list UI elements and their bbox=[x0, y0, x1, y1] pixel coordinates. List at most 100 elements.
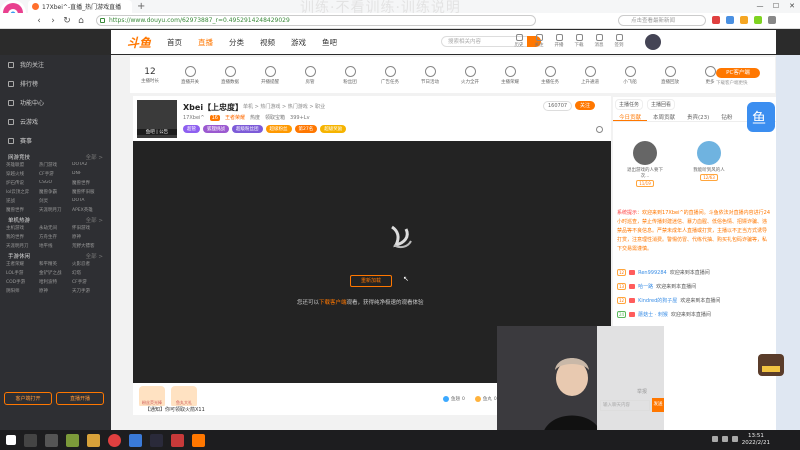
game-tag[interactable]: 王者荣耀 bbox=[225, 114, 245, 121]
sidebar-category-item[interactable]: 荒野大镖客 bbox=[72, 243, 105, 249]
streamer-task-tab[interactable]: 主播任务 bbox=[615, 99, 644, 110]
chest-label[interactable]: 领取宝箱 bbox=[265, 114, 285, 121]
sidebar-category-item[interactable]: 幻塔 bbox=[72, 270, 105, 276]
nav-home[interactable]: 首页 bbox=[167, 37, 182, 48]
sidebar-category-item[interactable]: APEX英雄 bbox=[72, 207, 105, 213]
download-client-link[interactable]: 下载客户端 bbox=[319, 300, 347, 306]
pc-client-button[interactable]: PC客户端 bbox=[716, 68, 760, 78]
follow-list-button[interactable]: 关注 bbox=[531, 34, 547, 48]
extension-icon[interactable] bbox=[754, 16, 762, 24]
sidebar-category-item[interactable]: DOTA2 bbox=[72, 162, 105, 168]
steam-icon[interactable] bbox=[150, 433, 163, 447]
app-icon[interactable] bbox=[192, 433, 205, 447]
tool-item[interactable]: 上升通道 bbox=[570, 65, 610, 85]
tool-item[interactable]: 粉丝团 bbox=[330, 65, 370, 85]
web-search-input[interactable]: 点击查看最新新闻 bbox=[618, 15, 706, 26]
extension-icon[interactable] bbox=[712, 16, 720, 24]
sidebar-category-item[interactable]: 魔兽世界 bbox=[6, 207, 39, 213]
event-mascot-icon[interactable] bbox=[756, 350, 786, 378]
sidebar-category-item[interactable]: 热门游戏 bbox=[39, 162, 72, 168]
event-banner-icon[interactable]: 鱼 bbox=[745, 96, 777, 136]
sidebar-category-item[interactable]: 魔兽世界 bbox=[72, 180, 105, 186]
minimize-button[interactable]: — bbox=[752, 0, 768, 12]
replay-tab[interactable]: 主播回看 bbox=[647, 99, 676, 110]
sidebar-category-item[interactable]: DOTA bbox=[72, 198, 105, 204]
app-icon[interactable] bbox=[171, 433, 184, 447]
chat-username[interactable]: 哈一路 bbox=[638, 283, 653, 290]
tool-item[interactable]: 12 主播时长 bbox=[130, 67, 170, 84]
tool-item[interactable]: 直播回放 bbox=[650, 65, 690, 85]
sidebar-category-item[interactable]: 火影忍者 bbox=[72, 261, 105, 267]
sidebar-category-item[interactable]: 魔兽争霸 bbox=[39, 189, 72, 195]
avatar-labels[interactable]: 鱼吧 | 公告 bbox=[137, 129, 177, 135]
tray-icon[interactable] bbox=[732, 436, 738, 442]
gift-item[interactable]: 鱼丸大礼 bbox=[171, 386, 197, 408]
download-button[interactable]: 下载 bbox=[571, 34, 587, 48]
history-button[interactable]: 历史 bbox=[511, 34, 527, 48]
checkin-button[interactable]: 签到 bbox=[611, 34, 627, 48]
sidebar-category-item[interactable]: 阴阳师 bbox=[6, 288, 39, 294]
user-avatar[interactable] bbox=[645, 34, 661, 50]
sidebar-category-item[interactable]: lol云顶之弈 bbox=[6, 189, 39, 195]
sidebar-category-item[interactable]: 逆战 bbox=[6, 198, 39, 204]
sidebar-item-ranking[interactable]: 排行榜 bbox=[0, 74, 111, 93]
app-icon[interactable] bbox=[129, 433, 142, 447]
tray-icon[interactable] bbox=[712, 436, 718, 442]
browser-app-icon[interactable] bbox=[108, 433, 121, 447]
sidebar-category-item[interactable]: 我的世界 bbox=[6, 234, 39, 240]
sidebar-item-esports[interactable]: 赛事 bbox=[0, 131, 111, 150]
sidebar-category-item[interactable]: CSGO bbox=[39, 180, 72, 186]
sidebar-category-item[interactable]: CF手游 bbox=[72, 279, 105, 285]
nav-category[interactable]: 分类 bbox=[229, 37, 244, 48]
start-live-button[interactable]: 直播开播 bbox=[56, 392, 104, 405]
sidebar-category-item[interactable]: 主机游戏 bbox=[6, 225, 39, 231]
sidebar-category-item[interactable]: LOL手游 bbox=[6, 270, 39, 276]
section-more-link[interactable]: 全部 > bbox=[86, 252, 103, 260]
tab-diamond-fans[interactable]: 钻粉 bbox=[715, 111, 738, 121]
clock[interactable]: 13:51 2022/2/21 bbox=[742, 433, 770, 447]
sidebar-category-item[interactable]: 哈利波特 bbox=[39, 279, 72, 285]
sidebar-category-item[interactable]: 怀旧游戏 bbox=[72, 225, 105, 231]
ball-balance[interactable]: 鱼丸 0 bbox=[474, 396, 497, 402]
back-icon[interactable]: ‹ bbox=[34, 16, 44, 26]
maximize-button[interactable]: ☐ bbox=[768, 0, 784, 12]
top-user[interactable]: 我能听到风的人 12/63 bbox=[687, 141, 731, 187]
site-logo[interactable]: 斗鱼 bbox=[127, 34, 151, 51]
tool-item[interactable]: 直播开关 bbox=[170, 65, 210, 85]
chat-input[interactable]: 输入聊天内容 bbox=[600, 400, 650, 411]
send-button[interactable]: 发送 bbox=[652, 398, 664, 412]
task-view-icon[interactable] bbox=[45, 433, 58, 447]
top-user[interactable]: 退出游戏的人要下次... 11/19 bbox=[623, 141, 667, 187]
forward-icon[interactable]: › bbox=[48, 16, 58, 26]
folder-icon[interactable] bbox=[87, 433, 100, 447]
nav-game[interactable]: 游戏 bbox=[291, 37, 306, 48]
nav-fishbar[interactable]: 鱼吧 bbox=[322, 37, 337, 48]
sidebar-category-item[interactable]: 英雄联盟 bbox=[6, 162, 39, 168]
sidebar-category-item[interactable]: 方舟生存 bbox=[39, 234, 72, 240]
sidebar-category-item[interactable]: 魔兽怀旧服 bbox=[72, 189, 105, 195]
report-link[interactable]: 举报 bbox=[637, 388, 647, 395]
sidebar-category-item[interactable]: 永劫无间 bbox=[39, 225, 72, 231]
room-badge[interactable]: 超级粉丝团 bbox=[232, 125, 263, 133]
app-icon[interactable] bbox=[66, 433, 79, 447]
tool-item[interactable]: 房管 bbox=[290, 65, 330, 85]
sidebar-category-item[interactable]: 原神 bbox=[72, 234, 105, 240]
sidebar-category-item[interactable]: 金铲铲之战 bbox=[39, 270, 72, 276]
chat-username[interactable]: Kindred的狗子屋 bbox=[638, 297, 677, 304]
tool-item[interactable]: 主播任务 bbox=[530, 65, 570, 85]
nav-live[interactable]: 直播 bbox=[198, 37, 213, 48]
start-icon[interactable] bbox=[6, 435, 16, 445]
messages-button[interactable]: 消息 bbox=[591, 34, 607, 48]
sidebar-category-item[interactable]: 天涯明月刀 bbox=[6, 243, 39, 249]
tray-icon[interactable] bbox=[722, 436, 728, 442]
sidebar-category-item[interactable]: COD手游 bbox=[6, 279, 39, 285]
room-badge[interactable]: 狐狸挑战 bbox=[203, 125, 229, 133]
tool-item[interactable]: 小飞船 bbox=[610, 65, 650, 85]
section-more-link[interactable]: 全部 > bbox=[86, 216, 103, 224]
sidebar-category-item[interactable]: CF手游 bbox=[39, 171, 72, 177]
streamer-name[interactable]: 17Xbei^ bbox=[183, 115, 205, 121]
browser-tab[interactable]: 17Xbei^-直播_热门游戏直播 bbox=[28, 0, 132, 13]
sidebar-category-item[interactable]: 天涯明月刀 bbox=[39, 207, 72, 213]
sidebar-item-following[interactable]: 我的关注 bbox=[0, 55, 111, 74]
sidebar-item-function-center[interactable]: 功能中心 bbox=[0, 93, 111, 112]
